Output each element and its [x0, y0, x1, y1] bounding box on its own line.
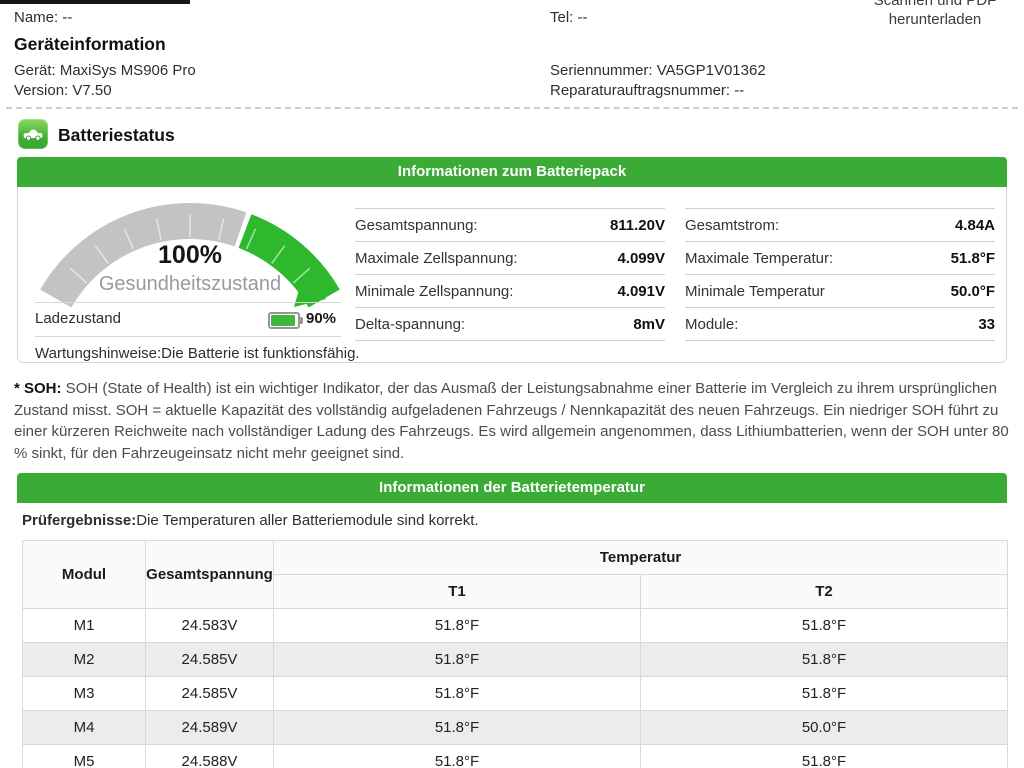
battery-report-page: Name: -- Tel: -- Scannen und PDF herunte…	[0, 0, 1024, 768]
pack-metrics-col2: Gesamtstrom: 4.84A Maximale Temperatur: …	[685, 208, 995, 341]
test-result-label: Prüfergebnisse:	[22, 512, 136, 529]
table-header-row: Modul Gesamtspannung Temperatur	[23, 541, 1008, 575]
cell-t1: 51.8°F	[274, 677, 641, 711]
scan-download-line2: herunterladen	[835, 10, 1024, 29]
table-row: M4 24.589V 51.8°F 50.0°F	[23, 711, 1008, 745]
pack-metrics-col1: Gesamtspannung: 811.20V Maximale Zellspa…	[355, 208, 665, 341]
device-model: Gerät: MaxiSys MS906 Pro	[14, 62, 196, 79]
cell-module: M1	[23, 609, 146, 643]
table-row: M5 24.588V 51.8°F 51.8°F	[23, 745, 1008, 768]
battery-status-car-icon	[18, 119, 48, 149]
metric-row: Minimale Zellspannung: 4.091V	[355, 275, 665, 308]
software-version: Version: V7.50	[14, 82, 112, 99]
metric-label: Minimale Temperatur	[685, 283, 825, 300]
metric-value: 51.8°F	[951, 250, 995, 267]
metric-row: Module: 33	[685, 308, 995, 341]
temperature-table: Modul Gesamtspannung Temperatur T1 T2 M1…	[22, 540, 1008, 768]
metric-row: Maximale Zellspannung: 4.099V	[355, 242, 665, 275]
section-divider	[6, 107, 1018, 109]
customer-tel: Tel: --	[550, 9, 588, 26]
soh-explanation-text: SOH (State of Health) ist ein wichtiger …	[14, 380, 1009, 462]
battery-fill	[271, 315, 295, 326]
test-result-text: Die Temperaturen aller Batteriemodule si…	[136, 512, 478, 529]
soh-gauge: 100% Gesundheitszustand	[30, 193, 360, 318]
scan-download-button[interactable]: Scannen und PDF herunterladen	[835, 0, 1024, 29]
cell-module: M2	[23, 643, 146, 677]
metric-value: 4.099V	[617, 250, 665, 267]
battery-status-title: Batteriestatus	[58, 125, 175, 146]
battery-charge-icon	[268, 312, 300, 329]
metric-label: Module:	[685, 316, 738, 333]
cell-t1: 51.8°F	[274, 711, 641, 745]
metric-row: Gesamtstrom: 4.84A	[685, 209, 995, 242]
cell-t2: 51.8°F	[641, 677, 1008, 711]
cell-voltage: 24.585V	[146, 677, 274, 711]
metric-label: Minimale Zellspannung:	[355, 283, 513, 300]
metric-row: Delta-spannung: 8mV	[355, 308, 665, 341]
device-info-title: Geräteinformation	[14, 34, 166, 55]
pack-panel-header: Informationen zum Batteriepack	[17, 157, 1007, 187]
metric-row: Gesamtspannung: 811.20V	[355, 209, 665, 242]
col-header-temperature: Temperatur	[274, 541, 1008, 575]
metric-row: Minimale Temperatur 50.0°F	[685, 275, 995, 308]
battery-cap	[300, 317, 303, 324]
maintenance-note: Wartungshinweise:Die Batterie ist funkti…	[35, 345, 360, 362]
table-row: M1 24.583V 51.8°F 51.8°F	[23, 609, 1008, 643]
top-edge-bar	[0, 0, 190, 4]
metric-label: Maximale Zellspannung:	[355, 250, 518, 267]
metric-value: 8mV	[633, 316, 665, 333]
temperature-panel-header: Informationen der Batterietemperatur	[17, 473, 1007, 503]
cell-t2: 51.8°F	[641, 609, 1008, 643]
soh-percent: 100%	[158, 241, 222, 269]
metric-value: 4.84A	[955, 217, 995, 234]
charge-state-label: Ladezustand	[35, 310, 121, 327]
cell-module: M4	[23, 711, 146, 745]
soh-explanation: * SOH: SOH (State of Health) ist ein wic…	[14, 378, 1012, 464]
cell-t2: 51.8°F	[641, 643, 1008, 677]
cell-module: M5	[23, 745, 146, 768]
cell-t1: 51.8°F	[274, 745, 641, 768]
col-header-t2: T2	[641, 575, 1008, 609]
metric-value: 811.20V	[610, 217, 665, 234]
cell-voltage: 24.589V	[146, 711, 274, 745]
soh-label: Gesundheitszustand	[99, 273, 281, 295]
metric-value: 4.091V	[617, 283, 665, 300]
test-result-line: Prüfergebnisse:Die Temperaturen aller Ba…	[22, 512, 479, 529]
metric-label: Gesamtspannung:	[355, 217, 478, 234]
cell-voltage: 24.588V	[146, 745, 274, 768]
table-row: M2 24.585V 51.8°F 51.8°F	[23, 643, 1008, 677]
col-header-voltage: Gesamtspannung	[146, 541, 274, 609]
metric-value: 50.0°F	[951, 283, 995, 300]
metric-row: Maximale Temperatur: 51.8°F	[685, 242, 995, 275]
metric-label: Maximale Temperatur:	[685, 250, 833, 267]
cell-voltage: 24.585V	[146, 643, 274, 677]
repair-order-number: Reparaturauftragsnummer: --	[550, 82, 744, 99]
metric-value: 33	[978, 316, 995, 333]
cell-t2: 51.8°F	[641, 745, 1008, 768]
cell-module: M3	[23, 677, 146, 711]
col-header-t1: T1	[274, 575, 641, 609]
gauge-divider-top	[35, 302, 341, 303]
cell-t1: 51.8°F	[274, 609, 641, 643]
customer-name: Name: --	[14, 9, 72, 26]
car-icon	[21, 122, 45, 146]
soh-explanation-label: * SOH:	[14, 380, 62, 397]
cell-t2: 50.0°F	[641, 711, 1008, 745]
gauge-divider-bottom	[35, 336, 341, 337]
metric-label: Delta-spannung:	[355, 316, 465, 333]
charge-percent: 90%	[306, 310, 336, 327]
metric-label: Gesamtstrom:	[685, 217, 779, 234]
cell-voltage: 24.583V	[146, 609, 274, 643]
col-header-module: Modul	[23, 541, 146, 609]
scan-download-line1: Scannen und PDF	[835, 0, 1024, 10]
serial-number: Seriennummer: VA5GP1V01362	[550, 62, 766, 79]
table-row: M3 24.585V 51.8°F 51.8°F	[23, 677, 1008, 711]
cell-t1: 51.8°F	[274, 643, 641, 677]
